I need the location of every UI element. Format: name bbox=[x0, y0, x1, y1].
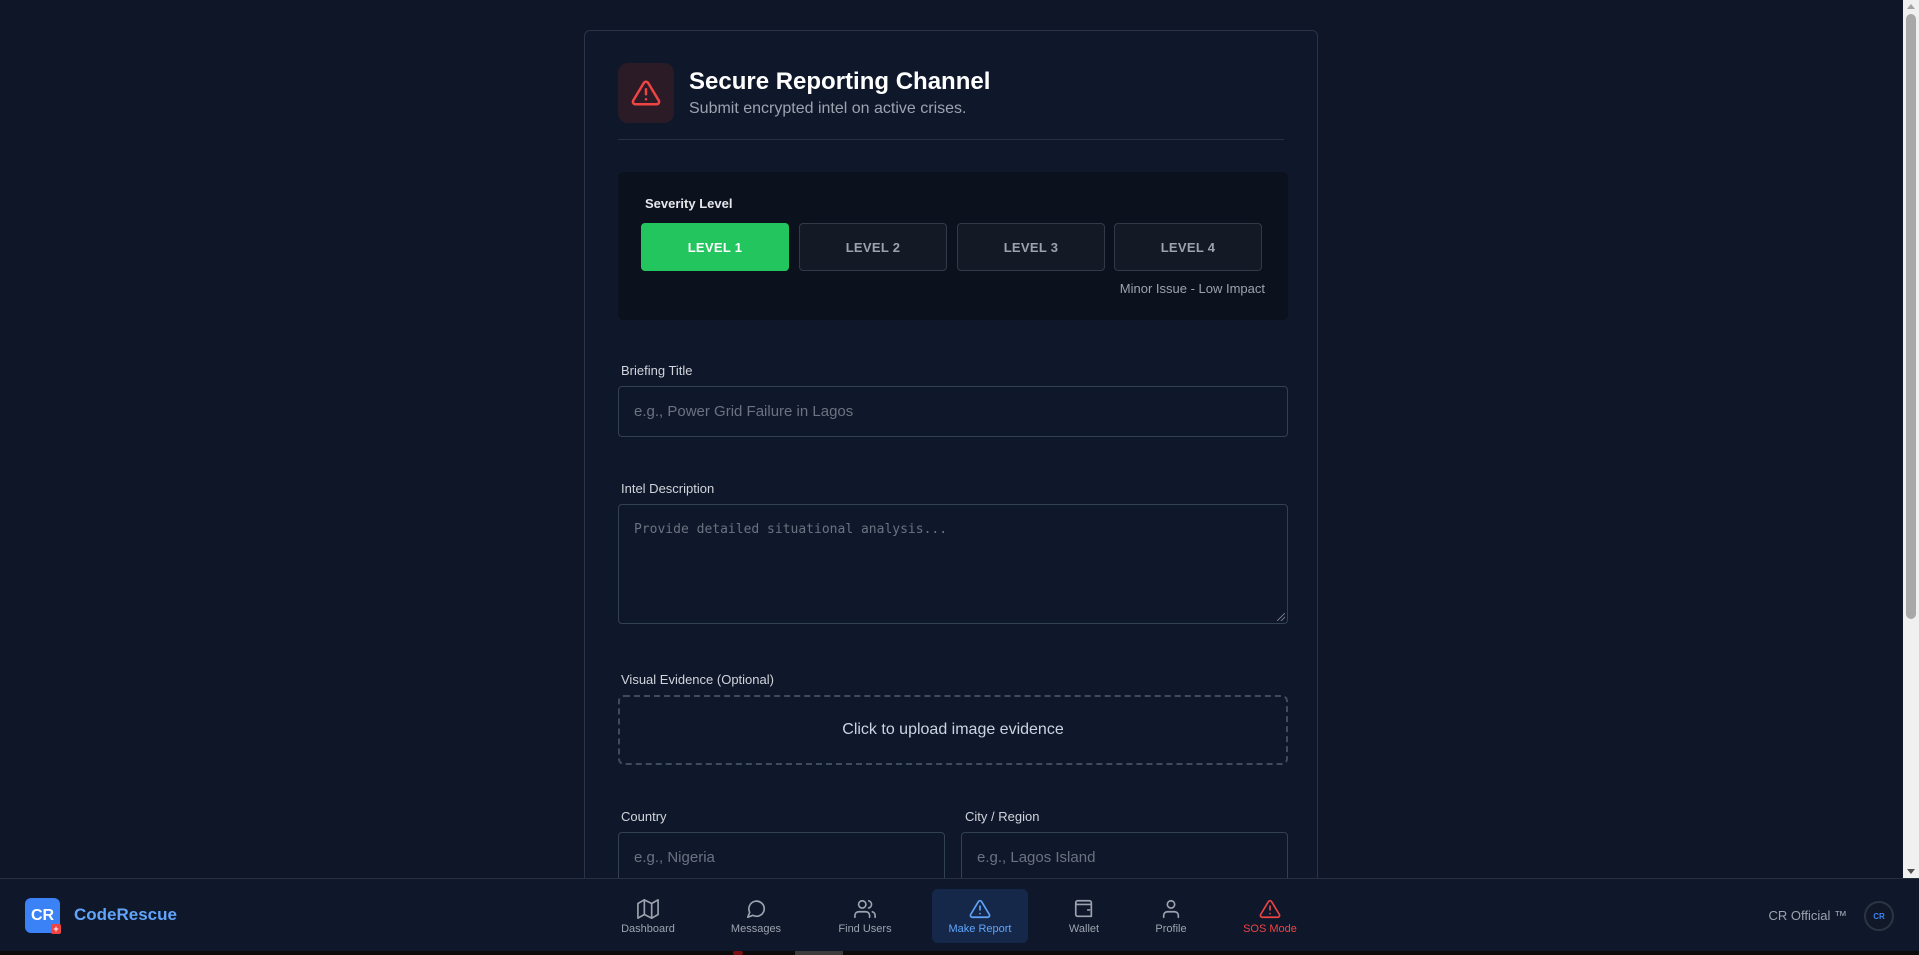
nav-label-find-users: Find Users bbox=[838, 922, 892, 935]
intel-description-placeholder: Provide detailed situational analysis... bbox=[634, 522, 948, 537]
severity-level-1-button[interactable]: LEVEL 1 bbox=[641, 223, 789, 271]
bottom-navigation-bar: CR + CodeRescue Dashboard Messages Find … bbox=[0, 878, 1919, 955]
nav-label-wallet: Wallet bbox=[1068, 922, 1100, 935]
wallet-icon bbox=[1074, 899, 1093, 917]
briefing-title-input[interactable]: e.g., Power Grid Failure in Lagos bbox=[618, 386, 1288, 437]
city-region-label: City / Region bbox=[965, 809, 1040, 824]
severity-panel: Severity Level LEVEL 1 LEVEL 2 LEVEL 3 L… bbox=[618, 172, 1288, 320]
scrollbar-thumb[interactable] bbox=[1906, 14, 1916, 619]
scroll-up-arrow-icon[interactable] bbox=[1907, 4, 1915, 9]
nav-item-messages[interactable]: Messages bbox=[720, 889, 792, 943]
intel-description-textarea[interactable]: Provide detailed situational analysis... bbox=[618, 504, 1288, 624]
warning-triangle-icon bbox=[631, 80, 661, 106]
country-label: Country bbox=[621, 809, 667, 824]
main-scroll-area: Secure Reporting Channel Submit encrypte… bbox=[0, 0, 1903, 878]
logo-plus-badge-icon: + bbox=[51, 924, 61, 934]
report-header-icon-box bbox=[618, 63, 674, 123]
upload-evidence-dropzone[interactable]: Click to upload image evidence bbox=[618, 695, 1288, 765]
country-input[interactable]: e.g., Nigeria bbox=[618, 832, 945, 878]
nav-label-messages: Messages bbox=[730, 922, 782, 935]
vertical-scrollbar[interactable] bbox=[1903, 0, 1919, 878]
severity-level-3-button[interactable]: LEVEL 3 bbox=[957, 223, 1105, 271]
header-divider bbox=[618, 139, 1284, 140]
severity-label: Severity Level bbox=[645, 196, 733, 211]
user-icon bbox=[1162, 899, 1180, 918]
taskbar-indicator bbox=[733, 951, 743, 955]
report-form-card: Secure Reporting Channel Submit encrypte… bbox=[584, 30, 1318, 878]
scroll-down-arrow-icon[interactable] bbox=[1907, 869, 1915, 874]
nav-item-make-report[interactable]: Make Report bbox=[932, 889, 1028, 943]
warning-triangle-icon bbox=[969, 899, 991, 918]
nav-item-find-users[interactable]: Find Users bbox=[828, 889, 902, 943]
visual-evidence-label: Visual Evidence (Optional) bbox=[621, 672, 774, 687]
nav-label-profile: Profile bbox=[1155, 922, 1187, 935]
nav-item-wallet[interactable]: Wallet bbox=[1058, 889, 1110, 943]
city-region-input[interactable]: e.g., Lagos Island bbox=[961, 832, 1288, 878]
os-taskbar-strip bbox=[0, 951, 1919, 955]
intel-description-label: Intel Description bbox=[621, 481, 715, 496]
page-subtitle: Submit encrypted intel on active crises. bbox=[689, 100, 967, 117]
severity-level-4-button[interactable]: LEVEL 4 bbox=[1114, 223, 1262, 271]
nav-item-sos-mode[interactable]: SOS Mode bbox=[1230, 889, 1310, 943]
nav-item-profile[interactable]: Profile bbox=[1146, 889, 1196, 943]
severity-description: Minor Issue - Low Impact bbox=[1119, 281, 1265, 296]
page-title: Secure Reporting Channel bbox=[689, 68, 991, 95]
nav-label-make-report: Make Report bbox=[948, 922, 1012, 935]
map-icon bbox=[637, 898, 659, 919]
nav-label-dashboard: Dashboard bbox=[621, 922, 675, 935]
official-label: CR Official ™ bbox=[1768, 908, 1848, 923]
severity-level-2-button[interactable]: LEVEL 2 bbox=[799, 223, 947, 271]
alert-triangle-icon bbox=[1259, 899, 1281, 918]
chat-bubble-icon bbox=[746, 899, 766, 918]
brand-name[interactable]: CodeRescue bbox=[74, 905, 177, 925]
taskbar-active-app[interactable] bbox=[795, 951, 843, 955]
briefing-title-label: Briefing Title bbox=[621, 363, 693, 378]
users-icon bbox=[854, 899, 876, 918]
resize-handle-icon[interactable] bbox=[1277, 613, 1285, 621]
nav-label-sos-mode: SOS Mode bbox=[1243, 922, 1297, 935]
user-avatar[interactable]: CR bbox=[1864, 901, 1894, 931]
nav-item-dashboard[interactable]: Dashboard bbox=[612, 889, 684, 943]
